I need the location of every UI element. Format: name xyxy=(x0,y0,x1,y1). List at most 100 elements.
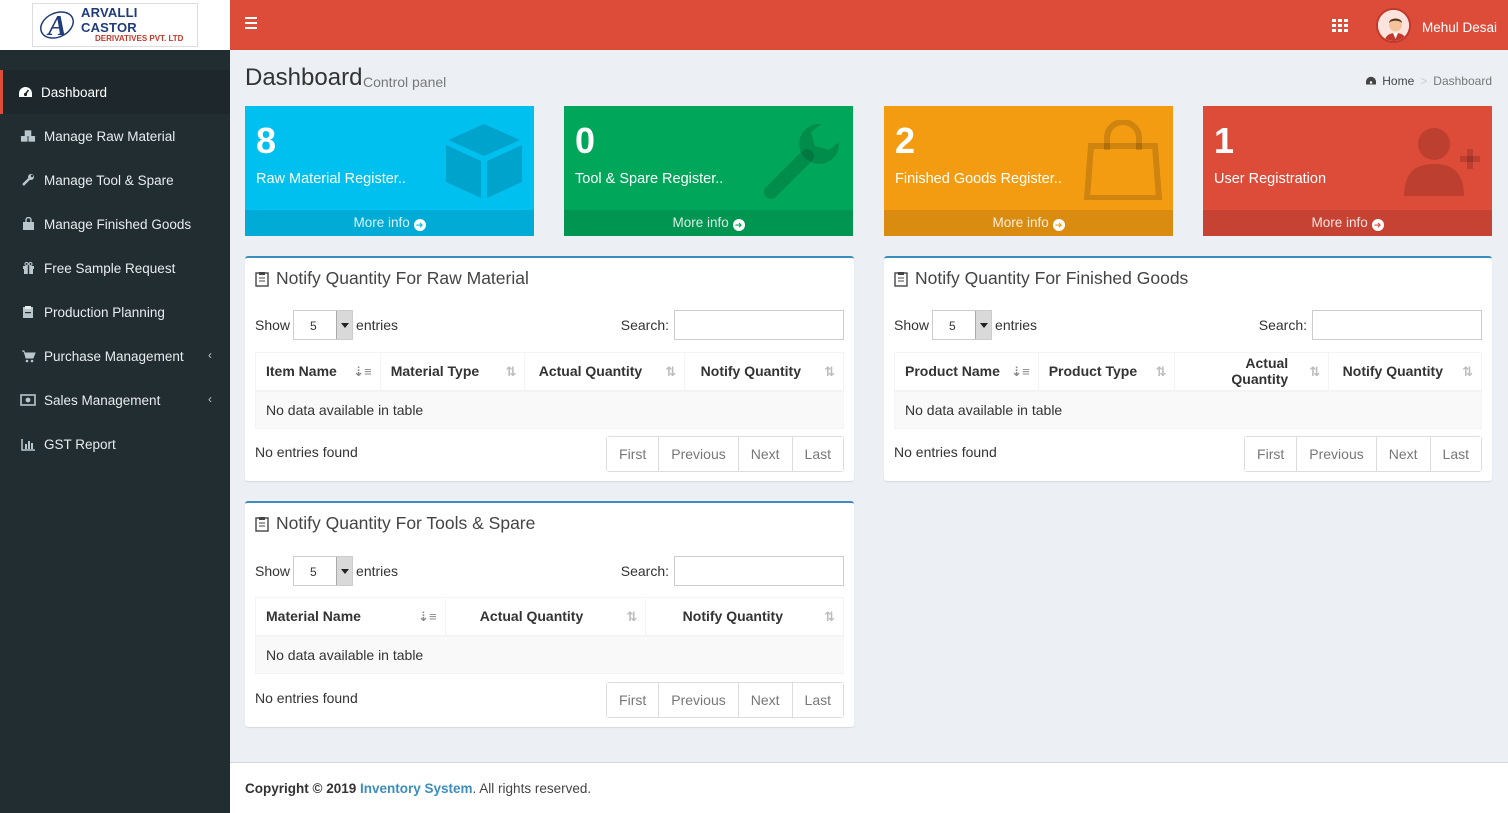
column-header[interactable]: Material Type ⇅ xyxy=(379,352,526,392)
user-plus-icon xyxy=(1404,128,1480,196)
column-header[interactable]: Product Type ⇅ xyxy=(1037,352,1176,392)
sort-icon: ⇅ xyxy=(505,364,517,379)
panel-title: Notify Quantity For Raw Material xyxy=(255,268,529,289)
column-header[interactable]: Item Name ⇣≡ xyxy=(255,352,381,392)
more-info-link[interactable]: More info ➜ xyxy=(245,210,534,236)
logo-mark-icon: A xyxy=(37,5,77,45)
table-info: No entries found xyxy=(255,690,358,706)
pagination-last-button[interactable]: Last xyxy=(1429,437,1481,471)
logo-box: A ARVALLI CASTOR DERIVATIVES PVT. LTD xyxy=(0,0,230,50)
pagination-first-button[interactable]: First xyxy=(1245,437,1297,471)
user-name[interactable]: Mehul Desai xyxy=(1422,20,1497,35)
search-input[interactable] xyxy=(674,310,844,340)
more-info-label: More info xyxy=(672,215,729,230)
panel-title: Notify Quantity For Finished Goods xyxy=(894,268,1188,289)
wrench-icon xyxy=(764,123,840,199)
page-footer: Copyright © 2019 Inventory System. All r… xyxy=(230,762,1508,813)
more-info-label: More info xyxy=(353,215,410,230)
pagination-previous-button[interactable]: Previous xyxy=(658,683,738,717)
page-length-select[interactable]: 5 xyxy=(293,556,354,586)
stat-label: User Registration xyxy=(1214,171,1327,187)
search-input[interactable] xyxy=(674,556,844,586)
stat-label: Tool & Spare Register.. xyxy=(575,171,724,187)
menu-toggle-icon[interactable] xyxy=(245,17,257,29)
more-info-link[interactable]: More info ➜ xyxy=(564,210,853,236)
pagination-next-button[interactable]: Next xyxy=(737,683,792,717)
sidebar-menu: Dashboard Manage Raw Material Manage Too… xyxy=(0,70,230,466)
sort-icon: ⇅ xyxy=(1309,364,1321,379)
column-header[interactable]: Actual Quantity ⇅ xyxy=(524,352,686,392)
show-label: Show xyxy=(894,317,930,333)
sidebar-item-free-sample-request[interactable]: Free Sample Request xyxy=(0,246,230,290)
empty-table-message: No data available in table xyxy=(255,390,844,429)
empty-table-message: No data available in table xyxy=(255,635,844,674)
sidebar-item-purchase-management[interactable]: Purchase Management ‹ xyxy=(0,334,230,378)
arrow-circle-right-icon: ➜ xyxy=(732,219,745,231)
sidebar-item-production-planning[interactable]: Production Planning xyxy=(0,290,230,334)
pagination-first-button[interactable]: First xyxy=(607,437,659,471)
sidebar-item-manage-tool-spare[interactable]: Manage Tool & Spare xyxy=(0,158,230,202)
footer-brand-link[interactable]: Inventory System xyxy=(360,781,473,796)
page-length-value: 5 xyxy=(310,565,317,579)
company-logo[interactable]: A ARVALLI CASTOR DERIVATIVES PVT. LTD xyxy=(32,3,198,47)
sort-asc-icon: ⇣≡ xyxy=(1011,364,1030,379)
stat-label: Raw Material Register.. xyxy=(256,171,406,187)
cubes-icon xyxy=(20,128,36,144)
page-length-value: 5 xyxy=(949,319,956,333)
more-info-link[interactable]: More info ➜ xyxy=(884,210,1173,236)
column-header[interactable]: Actual Quantity ⇅ xyxy=(444,597,647,637)
page-length-select[interactable]: 5 xyxy=(293,310,354,340)
pagination-last-button[interactable]: Last xyxy=(791,683,843,717)
sidebar-item-sales-management[interactable]: Sales Management ‹ xyxy=(0,378,230,422)
page-title: Dashboard xyxy=(245,64,363,91)
table-info: No entries found xyxy=(255,444,358,460)
pagination-next-button[interactable]: Next xyxy=(737,437,792,471)
sidebar-item-label: Purchase Management xyxy=(44,348,184,364)
sidebar-item-manage-raw-material[interactable]: Manage Raw Material xyxy=(0,114,230,158)
search-label: Search: xyxy=(1258,317,1307,333)
page-length-value: 5 xyxy=(310,319,317,333)
sidebar-item-label: Manage Finished Goods xyxy=(44,216,192,232)
pagination-last-button[interactable]: Last xyxy=(791,437,843,471)
entries-label: entries xyxy=(356,563,399,579)
cart-icon xyxy=(20,348,36,364)
arrow-circle-right-icon: ➜ xyxy=(1371,219,1384,231)
column-header[interactable]: Material Name ⇣≡ xyxy=(255,597,446,637)
clipboard-icon xyxy=(255,516,269,532)
table-info: No entries found xyxy=(894,444,997,460)
apps-grid-icon[interactable] xyxy=(1332,19,1348,32)
breadcrumb-current: Dashboard xyxy=(1433,74,1492,88)
money-icon xyxy=(20,392,36,408)
column-header[interactable]: Notify Quantity ⇅ xyxy=(1328,352,1482,392)
sidebar-item-manage-finished-goods[interactable]: Manage Finished Goods xyxy=(0,202,230,246)
column-header[interactable]: Notify Quantity ⇅ xyxy=(684,352,844,392)
sidebar-item-label: Sales Management xyxy=(44,392,161,408)
pagination-next-button[interactable]: Next xyxy=(1375,437,1430,471)
column-header[interactable]: Actual Quantity ⇅ xyxy=(1174,352,1330,392)
footer-rights-text: . All rights reserved. xyxy=(472,781,592,796)
pagination-previous-button[interactable]: Previous xyxy=(1296,437,1376,471)
show-label: Show xyxy=(255,563,291,579)
sort-icon: ⇅ xyxy=(824,364,835,379)
panel-title-text: Notify Quantity For Raw Material xyxy=(276,268,529,288)
sidebar-item-gst-report[interactable]: GST Report xyxy=(0,422,230,466)
chevron-down-icon xyxy=(975,311,992,339)
sort-asc-icon: ⇣≡ xyxy=(418,609,437,624)
sidebar-item-dashboard[interactable]: Dashboard xyxy=(0,70,230,114)
pagination-first-button[interactable]: First xyxy=(607,683,659,717)
logo-line-2: DERIVATIVES PVT. LTD xyxy=(95,33,184,43)
breadcrumb-home-link[interactable]: Home xyxy=(1382,74,1414,88)
column-header[interactable]: Notify Quantity ⇅ xyxy=(645,597,844,637)
page-length-select[interactable]: 5 xyxy=(932,310,993,340)
more-info-link[interactable]: More info ➜ xyxy=(1203,210,1492,236)
clipboard-icon xyxy=(255,271,269,287)
clipboard-icon xyxy=(20,304,36,320)
sidebar-item-label: Production Planning xyxy=(44,304,165,320)
search-input[interactable] xyxy=(1312,310,1482,340)
column-header[interactable]: Product Name ⇣≡ xyxy=(894,352,1039,392)
sidebar-item-label: Manage Raw Material xyxy=(44,128,176,144)
sort-icon: ⇅ xyxy=(1462,364,1473,379)
stat-count: 8 xyxy=(256,120,277,161)
user-avatar[interactable] xyxy=(1376,8,1411,43)
pagination-previous-button[interactable]: Previous xyxy=(658,437,738,471)
